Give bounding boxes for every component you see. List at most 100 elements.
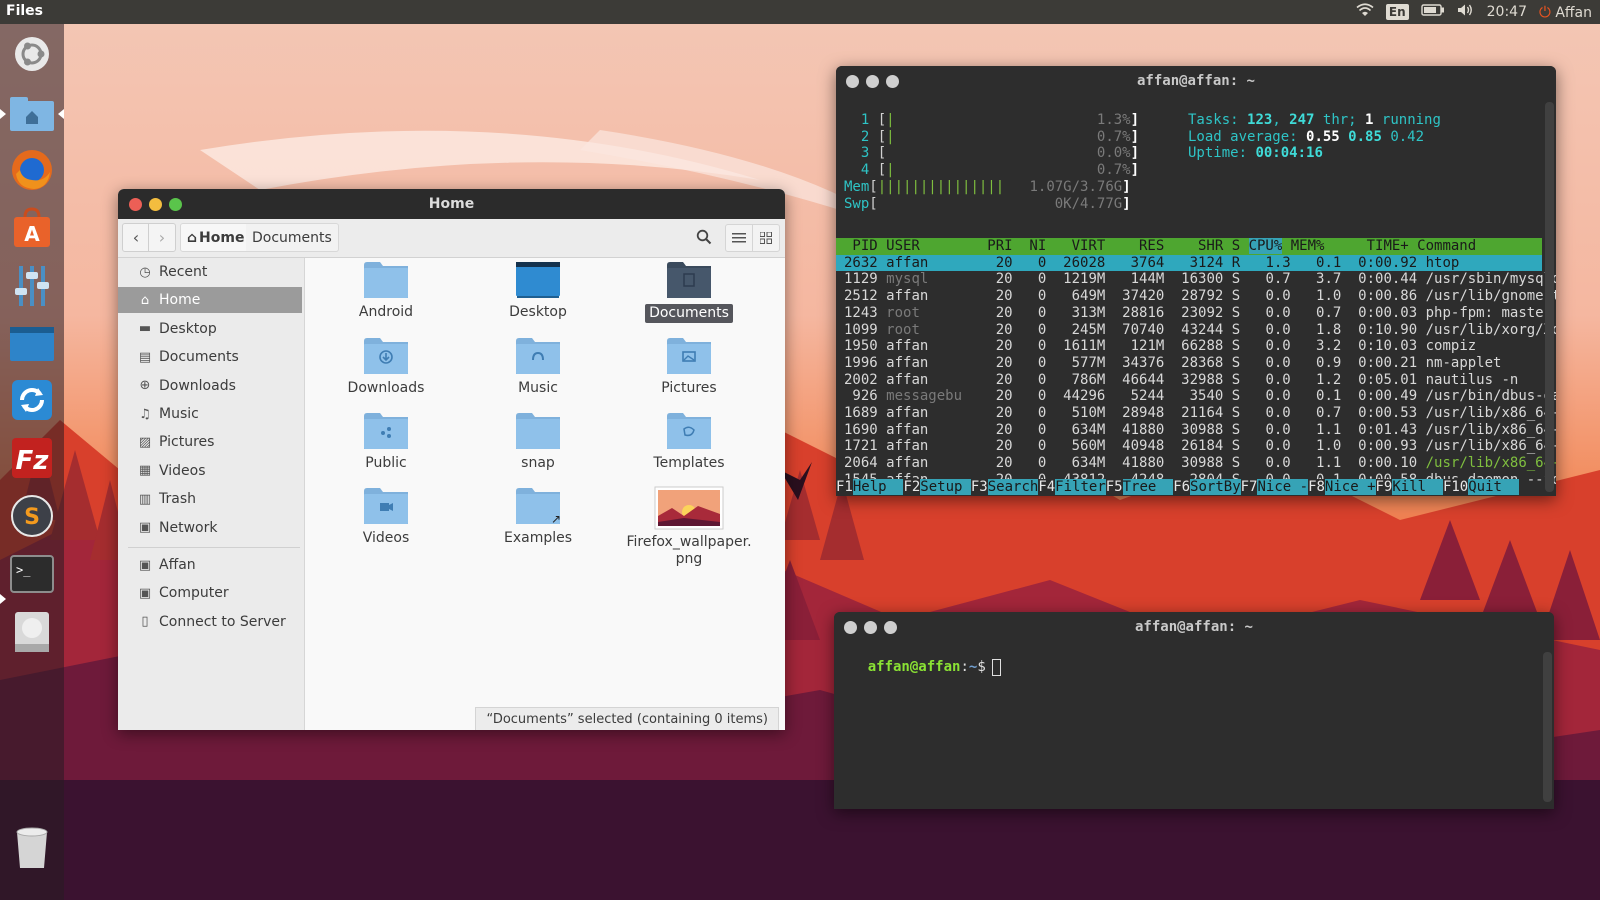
wifi-icon[interactable] [1356, 3, 1374, 21]
process-row[interactable]: 2064 affan 20 0 634M 41880 30988 S 0.0 1… [836, 455, 1556, 472]
file-item[interactable]: Documents [614, 260, 764, 323]
file-item[interactable]: Pictures [614, 336, 764, 397]
sidebar-item-desktop[interactable]: ▬ Desktop [118, 316, 302, 342]
volume-icon[interactable] [1457, 3, 1475, 21]
fkey-action[interactable]: Kill [1392, 479, 1443, 495]
firefox-launcher-button[interactable] [8, 146, 56, 194]
fkey-f3[interactable]: F3 [970, 479, 988, 495]
file-item[interactable]: Desktop [463, 260, 613, 321]
process-row[interactable]: 1099 root 20 0 245M 70740 43244 S 0.0 1.… [836, 322, 1556, 339]
fkey-f6[interactable]: F6 [1173, 479, 1191, 495]
window-titlebar[interactable]: Home [118, 189, 785, 219]
files-launcher-button[interactable] [8, 90, 56, 138]
process-row[interactable]: 1950 affan 20 0 1611M 121M 66288 S 0.0 3… [836, 338, 1542, 355]
forward-button[interactable]: › [148, 223, 176, 252]
terminal-scrollbar[interactable] [1545, 102, 1554, 492]
fkey-action[interactable]: Filter [1055, 479, 1106, 495]
maximize-window-button[interactable] [884, 621, 897, 634]
battery-icon[interactable] [1420, 4, 1445, 20]
fkey-f1[interactable]: F1 [836, 479, 853, 495]
grid-view-button[interactable] [752, 224, 780, 252]
minimize-window-button[interactable] [149, 198, 162, 211]
fkey-f10[interactable]: F10 [1442, 479, 1469, 495]
close-window-button[interactable] [846, 75, 859, 88]
app-menu-title[interactable]: Files [6, 3, 43, 19]
file-item[interactable]: Music [463, 336, 613, 397]
session-menu[interactable]: ⏻ Affan [1539, 3, 1592, 21]
process-row[interactable]: 1243 root 20 0 313M 28816 23092 S 0.0 0.… [836, 305, 1552, 322]
fkey-action[interactable]: Tree [1122, 479, 1174, 495]
maximize-window-button[interactable] [169, 198, 182, 211]
fkey-action[interactable]: SortBy [1190, 479, 1241, 495]
process-row[interactable]: 1690 affan 20 0 634M 41880 30988 S 0.0 1… [836, 422, 1556, 439]
disk-drive-button[interactable] [8, 608, 56, 656]
fkey-action[interactable]: Help [852, 479, 904, 495]
close-window-button[interactable] [129, 198, 142, 211]
ubuntu-dash-button[interactable] [8, 30, 56, 78]
fkey-f5[interactable]: F5 [1105, 479, 1123, 495]
fkey-f8[interactable]: F8 [1308, 479, 1325, 495]
breadcrumb-documents[interactable]: Documents [246, 223, 339, 252]
process-row[interactable]: 1996 affan 20 0 577M 34376 28368 S 0.0 0… [836, 355, 1542, 372]
search-button[interactable] [691, 224, 717, 250]
trash-launcher-button[interactable] [8, 824, 56, 872]
fkey-f4[interactable]: F4 [1038, 479, 1056, 495]
sidebar-item-pictures[interactable]: ▨ Pictures [118, 429, 302, 455]
file-item[interactable]: Templates [614, 411, 764, 472]
process-row[interactable]: 1129 mysql 20 0 1219M 144M 16300 S 0.7 3… [836, 271, 1556, 288]
terminal-launcher-button[interactable]: >_ [8, 550, 56, 598]
back-button[interactable]: ‹ [122, 223, 150, 252]
sidebar-item-affan[interactable]: ▣ Affan [118, 552, 302, 578]
maximize-window-button[interactable] [886, 75, 899, 88]
process-row[interactable]: 1721 affan 20 0 560M 40948 26184 S 0.0 1… [836, 438, 1556, 455]
file-item[interactable]: Android [311, 260, 461, 321]
sidebar-item-downloads[interactable]: ⊕ Downloads [118, 373, 302, 399]
fkey-f7[interactable]: F7 [1240, 479, 1258, 495]
workspace-switcher-button[interactable] [8, 320, 56, 368]
fkey-action[interactable]: Nice + [1324, 479, 1376, 495]
process-row[interactable]: 2512 affan 20 0 649M 37420 28792 S 0.0 1… [836, 288, 1556, 305]
process-row[interactable]: 1689 affan 20 0 510M 28948 21164 S 0.0 0… [836, 405, 1556, 422]
sidebar-item-recent[interactable]: ◷ Recent [118, 259, 302, 285]
keyboard-layout-indicator[interactable]: En [1385, 4, 1409, 20]
window-titlebar[interactable]: affan@affan: ~ [834, 612, 1554, 642]
sidebar-item-trash[interactable]: ▥ Trash [118, 486, 302, 512]
fkey-action[interactable]: Quit [1468, 479, 1519, 495]
minimize-window-button[interactable] [864, 621, 877, 634]
sidebar-item-network[interactable]: ▣ Network [118, 515, 302, 541]
file-item[interactable]: Videos [311, 486, 461, 547]
terminal-scrollbar[interactable] [1543, 652, 1552, 802]
minimize-window-button[interactable] [866, 75, 879, 88]
close-window-button[interactable] [844, 621, 857, 634]
process-row[interactable]: 2632 affan 20 0 26028 3764 3124 R 1.3 0.… [836, 254, 1542, 272]
file-item[interactable]: Public [311, 411, 461, 472]
fkey-action[interactable]: Setup [920, 479, 971, 495]
fkey-f2[interactable]: F2 [903, 479, 921, 495]
shell-prompt-line[interactable]: affan@affan:~$ [834, 642, 1001, 693]
fkey-action[interactable]: Nice - [1257, 479, 1309, 495]
sidebar-item-computer[interactable]: ▣ Computer [118, 580, 302, 606]
list-view-button[interactable] [725, 224, 753, 252]
file-item[interactable]: snap [463, 411, 613, 472]
sidebar-item-videos[interactable]: ▦ Videos [118, 458, 302, 484]
sidebar-item-music[interactable]: ♫ Music [118, 401, 302, 427]
sidebar-item-connect-to-server[interactable]: ▯ Connect to Server [118, 609, 302, 635]
filezilla-button[interactable]: Fz [8, 434, 56, 482]
window-titlebar[interactable]: affan@affan: ~ [836, 66, 1556, 96]
file-item[interactable]: Firefox_wallpaper. png [614, 486, 764, 568]
sidebar-item-home[interactable]: ⌂ Home [118, 287, 302, 314]
file-item[interactable]: Downloads [311, 336, 461, 397]
system-settings-button[interactable] [8, 262, 56, 310]
process-table-header[interactable]: PID USER PRI NI VIRT RES SHR S CPU% MEM%… [836, 238, 1542, 255]
sublime-text-button[interactable]: S [8, 492, 56, 540]
software-center-button[interactable]: A [8, 204, 56, 252]
sidebar-item-documents[interactable]: ▤ Documents [118, 344, 302, 370]
process-row[interactable]: 926 messagebu 20 0 44296 5244 3540 S 0.0… [836, 388, 1556, 405]
file-item[interactable]: Examples ↗ [463, 486, 613, 547]
software-updater-button[interactable] [8, 376, 56, 424]
fkey-f9[interactable]: F9 [1375, 479, 1393, 495]
process-row[interactable]: 2002 affan 20 0 786M 46644 32988 S 0.0 1… [836, 372, 1542, 389]
fkey-action[interactable]: Search [987, 479, 1039, 495]
clock[interactable]: 20:47 [1487, 4, 1527, 20]
breadcrumb-home[interactable]: ⌂ Home [180, 223, 252, 252]
